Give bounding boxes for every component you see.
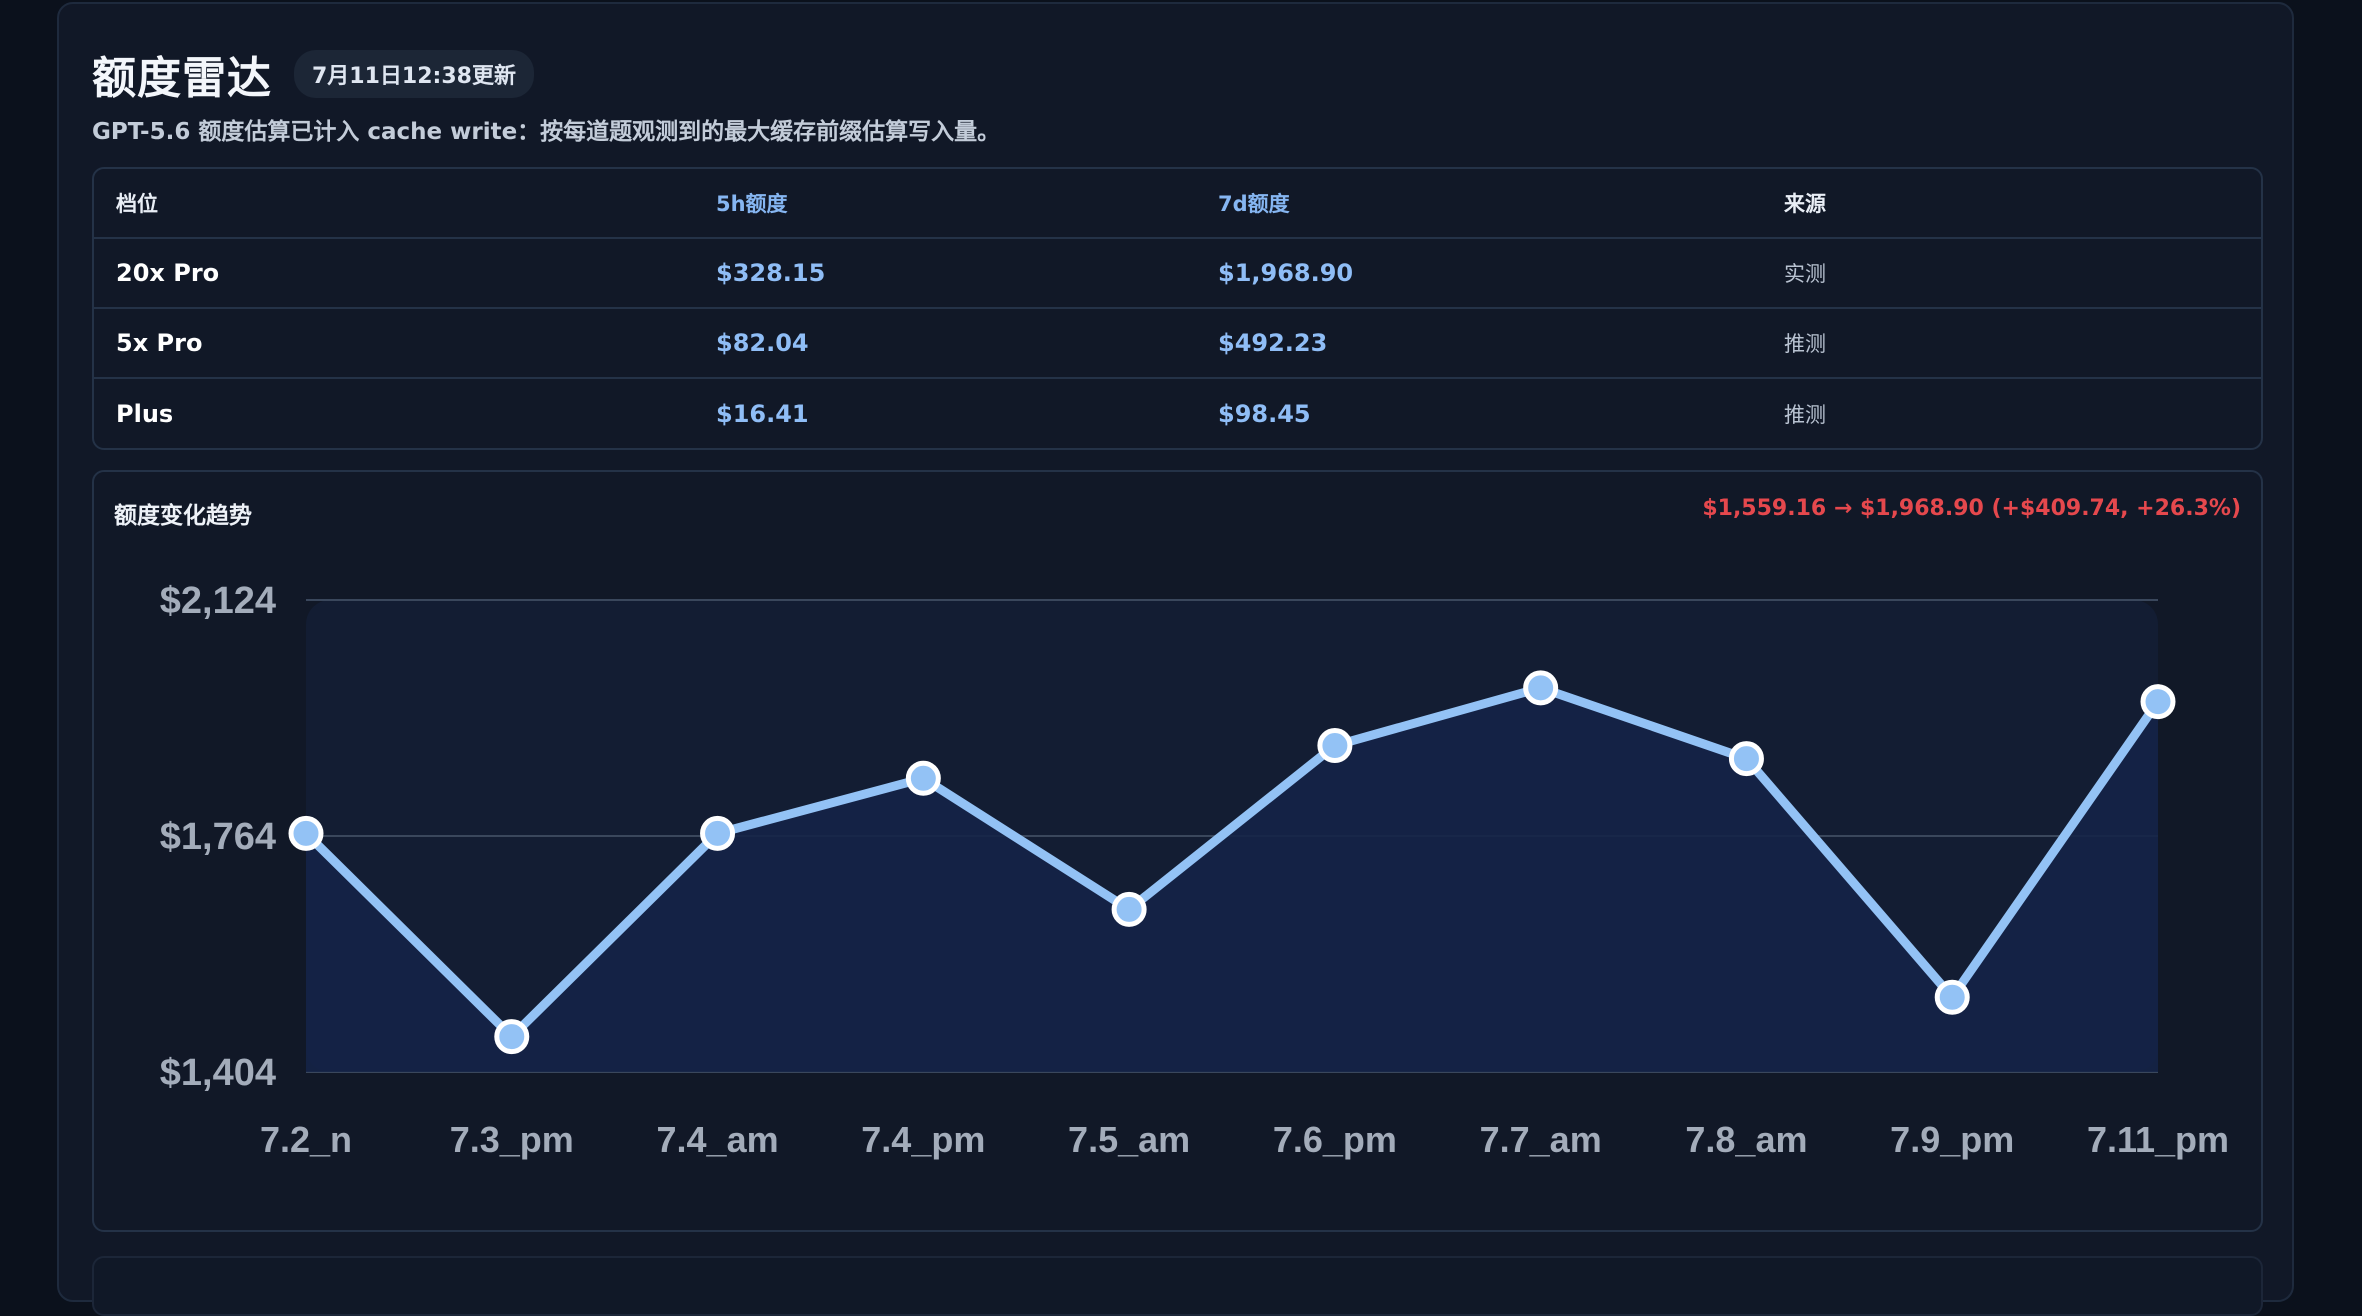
table-header-row: 档位 5h额度 7d额度 来源 — [94, 169, 2261, 239]
data-point — [700, 815, 736, 851]
data-point — [1111, 891, 1147, 927]
column-header-source: 来源 — [1784, 192, 1826, 216]
x-tick-label: 7.11_pm — [2087, 1119, 2229, 1160]
trend-chart: $2,124 $1,764 $1,404 7.2_n 7.3_pm 7.4_am 7.4_p… — [160, 580, 2229, 1160]
page-title: 额度雷达 — [92, 53, 272, 104]
y-tick-label: $1,404 — [160, 1052, 276, 1094]
table-row: 20x Pro $328.15 $1,968.90 实测 — [94, 239, 2261, 309]
x-tick-label: 7.4_pm — [861, 1119, 985, 1160]
data-point — [288, 815, 324, 851]
quota-7d-cell: $1,968.90 — [1218, 259, 1354, 287]
quota-radar-panel: 额度雷达 7月11日12:38更新 GPT-5.6 额度估算已计入 cache … — [57, 2, 2294, 1316]
data-point — [905, 760, 941, 796]
source-cell: 推测 — [1784, 332, 1826, 356]
page-subtitle: GPT-5.6 额度估算已计入 cache write：按每道题观测到的最大缓存… — [92, 119, 1001, 145]
column-header-7d: 7d额度 — [1218, 192, 1290, 216]
x-tick-label: 7.9_pm — [1890, 1119, 2014, 1160]
source-cell: 实测 — [1784, 262, 1826, 286]
quota-7d-cell: $492.23 — [1218, 329, 1328, 357]
notes-card — [92, 1256, 2263, 1316]
column-header-5h: 5h额度 — [716, 192, 788, 216]
quota-5h-cell: $328.15 — [716, 259, 826, 287]
data-point — [2140, 684, 2176, 720]
tier-cell: 5x Pro — [116, 329, 203, 357]
table-row: Plus $16.41 $98.45 推测 — [94, 379, 2261, 448]
y-tick-label: $2,124 — [160, 580, 276, 622]
quota-5h-cell: $82.04 — [716, 329, 809, 357]
x-tick-label: 7.8_am — [1685, 1119, 1807, 1160]
tier-cell: 20x Pro — [116, 259, 220, 287]
y-tick-label: $1,764 — [160, 816, 276, 858]
column-header-tier: 档位 — [116, 192, 158, 216]
quota-5h-cell: $16.41 — [716, 400, 809, 428]
updated-badge: 7月11日12:38更新 — [294, 50, 534, 98]
x-tick-label: 7.4_am — [657, 1119, 779, 1160]
quota-7d-cell: $98.45 — [1218, 400, 1311, 428]
x-tick-label: 7.3_pm — [450, 1119, 574, 1160]
tier-cell: Plus — [116, 400, 174, 428]
data-point — [1934, 979, 1970, 1015]
header: 额度雷达 7月11日12:38更新 — [92, 42, 534, 106]
data-point — [1728, 741, 1764, 777]
trend-chart-card: 额度变化趋势 $1,559.16 → $1,968.90 (+$409.74, … — [92, 470, 2263, 1232]
x-tick-label: 7.5_am — [1068, 1119, 1190, 1160]
x-tick-label: 7.7_am — [1480, 1119, 1602, 1160]
source-cell: 推测 — [1784, 403, 1826, 427]
x-tick-label: 7.2_n — [260, 1119, 352, 1160]
quota-table: 档位 5h额度 7d额度 来源 20x Pro $328.15 $1,968.9… — [92, 167, 2263, 450]
table-row: 5x Pro $82.04 $492.23 推测 — [94, 309, 2261, 379]
x-tick-label: 7.6_pm — [1273, 1119, 1397, 1160]
data-point — [494, 1019, 530, 1055]
data-point — [1523, 670, 1559, 706]
data-point — [1317, 728, 1353, 764]
